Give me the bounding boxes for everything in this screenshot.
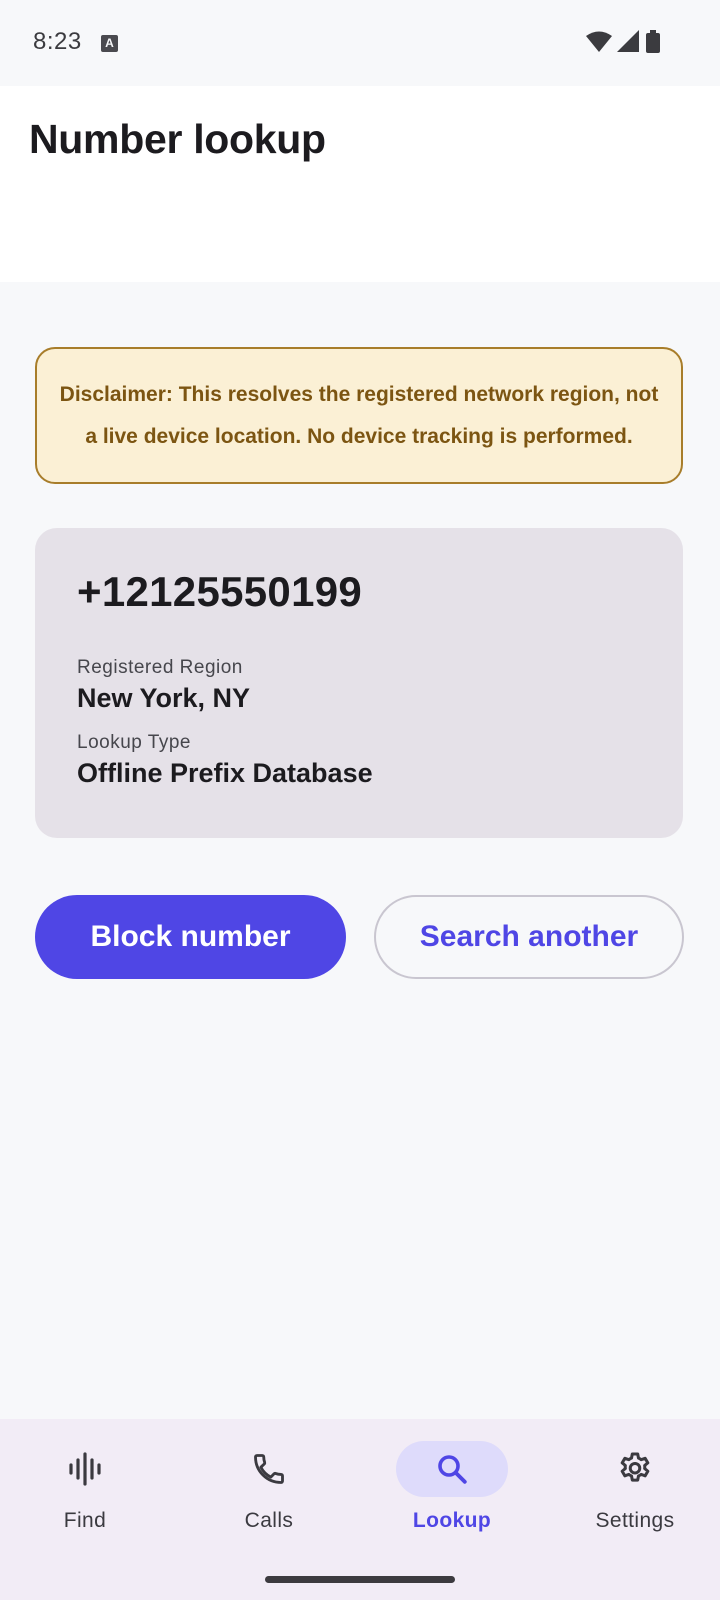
wifi-icon — [586, 31, 612, 52]
status-icons — [586, 30, 660, 53]
a-letter-icon: A — [101, 35, 118, 52]
waveform-icon — [69, 1452, 101, 1486]
lookup-result-card: +12125550199 Registered Region New York,… — [35, 528, 683, 838]
nav-item-settings[interactable]: Settings — [555, 1441, 715, 1551]
nav-label-lookup: Lookup — [412, 1509, 492, 1532]
nav-label-calls: Calls — [244, 1509, 294, 1532]
disclaimer-text: Disclaimer: This resolves the registered… — [59, 382, 659, 448]
signal-icon — [617, 30, 639, 52]
nav-lookup-icon-container — [396, 1441, 508, 1497]
region-label: Registered Region — [77, 657, 243, 678]
page-title: Number lookup — [29, 116, 326, 162]
battery-icon — [646, 30, 660, 53]
lookup-type-value: Offline Prefix Database — [77, 758, 373, 788]
nav-item-calls[interactable]: Calls — [189, 1441, 349, 1551]
region-value: New York, NY — [77, 683, 251, 713]
bottom-navigation: Find Calls Lookup Settings — [0, 1419, 720, 1600]
gear-icon — [620, 1452, 650, 1482]
nav-label-find: Find — [63, 1509, 107, 1532]
nav-calls-icon-container — [213, 1441, 325, 1497]
nav-find-icon-container — [29, 1441, 141, 1497]
nav-label-settings: Settings — [595, 1509, 675, 1532]
search-icon — [438, 1455, 467, 1484]
disclaimer-banner: Disclaimer: This resolves the registered… — [35, 347, 683, 484]
nav-item-find[interactable]: Find — [5, 1441, 165, 1551]
search-another-button[interactable]: Search another — [374, 895, 684, 979]
nav-settings-icon-container — [579, 1441, 691, 1497]
phone-icon — [254, 1454, 284, 1484]
status-bar: 8:23 A — [0, 0, 720, 86]
nav-item-lookup[interactable]: Lookup — [372, 1441, 532, 1551]
block-number-button[interactable]: Block number — [35, 895, 346, 979]
phone-number: +12125550199 — [77, 568, 363, 615]
home-indicator[interactable] — [265, 1576, 455, 1583]
lookup-type-label: Lookup Type — [77, 732, 191, 753]
status-time: 8:23 — [33, 28, 82, 55]
